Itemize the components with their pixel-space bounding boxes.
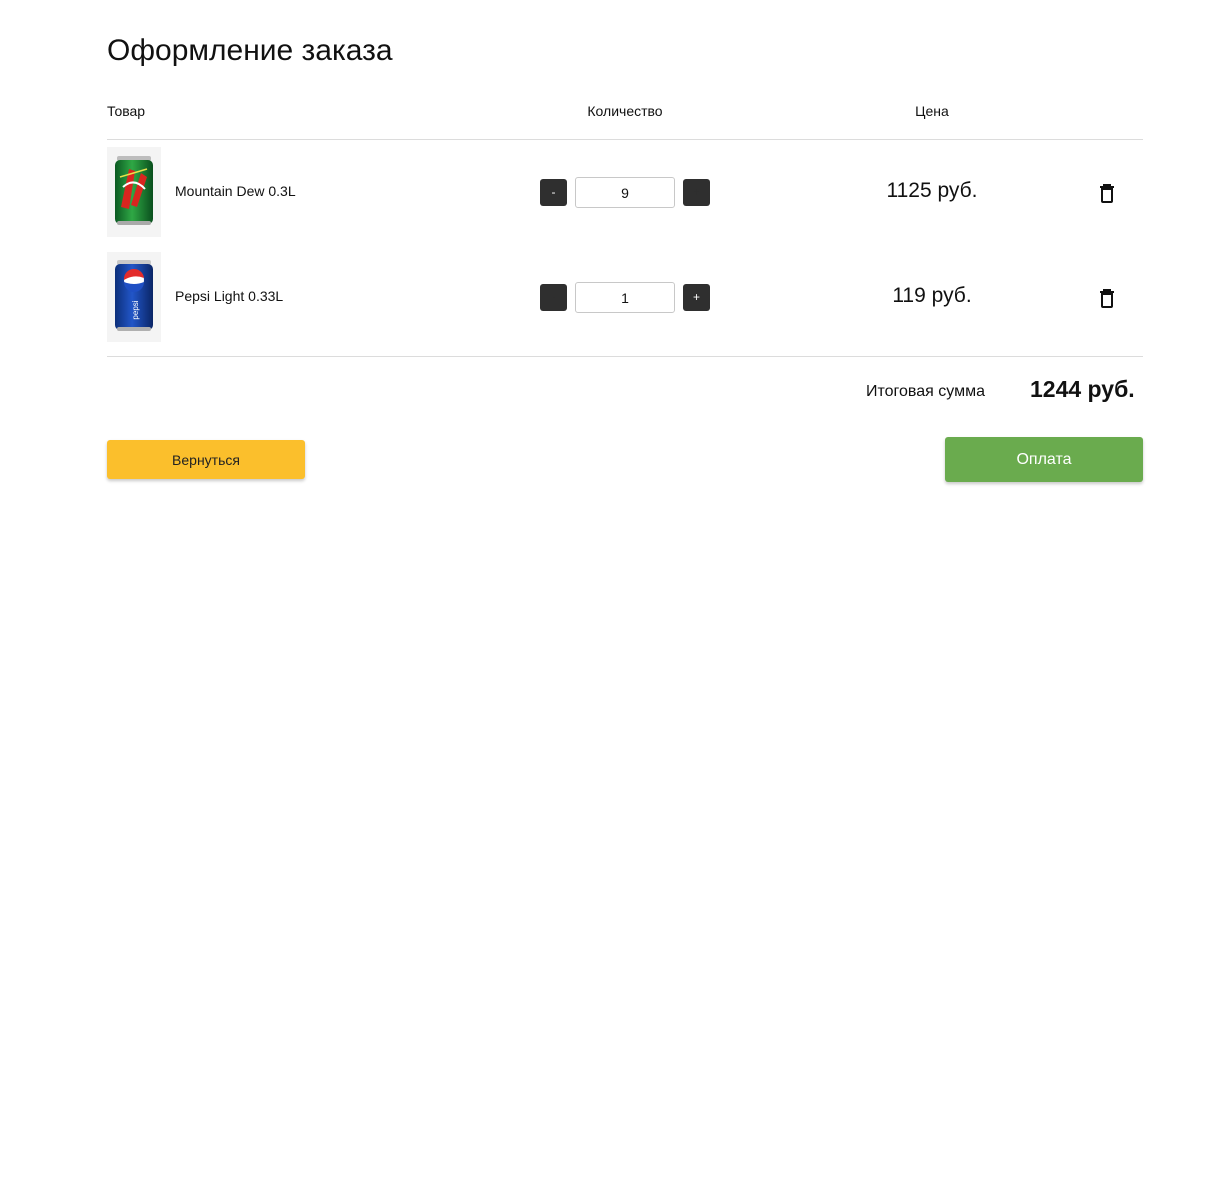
cart-row: pepsi Pepsi Light 0.33L - + 119 руб. [107,252,1143,342]
product-image: pepsi [107,252,161,342]
checkout-page: Оформление заказа Товар Количество Цена [0,0,1227,1198]
svg-text:pepsi: pepsi [131,300,140,319]
column-header-product: Товар [107,103,146,119]
total-label: Итоговая сумма [866,383,985,400]
quantity-stepper: - + [540,177,710,208]
soda-can-green-icon [115,156,153,225]
back-button[interactable]: Вернуться [107,440,305,479]
column-header-price: Цена [915,103,949,119]
decrease-quantity-button[interactable]: - [540,179,567,206]
delete-item-button[interactable] [1095,181,1119,205]
column-header-quantity: Количество [587,103,663,119]
decrease-quantity-button[interactable]: - [540,284,567,311]
soda-can-blue-icon: pepsi [115,260,153,331]
total-amount: 1244 руб. [1030,376,1135,402]
increase-quantity-button[interactable]: + [683,179,710,206]
product-name: Pepsi Light 0.33L [175,288,284,304]
product-image [107,147,161,237]
increase-quantity-button[interactable]: + [683,284,710,311]
quantity-input[interactable] [575,177,675,208]
item-price: 119 руб. [892,284,972,307]
quantity-stepper: - + [540,282,710,313]
item-price: 1125 руб. [886,179,978,202]
trash-icon [1100,289,1114,308]
product-name: Mountain Dew 0.3L [175,183,296,199]
header-divider [107,139,1143,140]
trash-icon [1100,184,1114,203]
cart-row: Mountain Dew 0.3L - + 1125 руб. [107,147,1143,237]
pay-button[interactable]: Оплата [945,437,1143,482]
table-bottom-divider [107,356,1143,357]
page-title: Оформление заказа [107,34,393,67]
delete-item-button[interactable] [1095,286,1119,310]
quantity-input[interactable] [575,282,675,313]
